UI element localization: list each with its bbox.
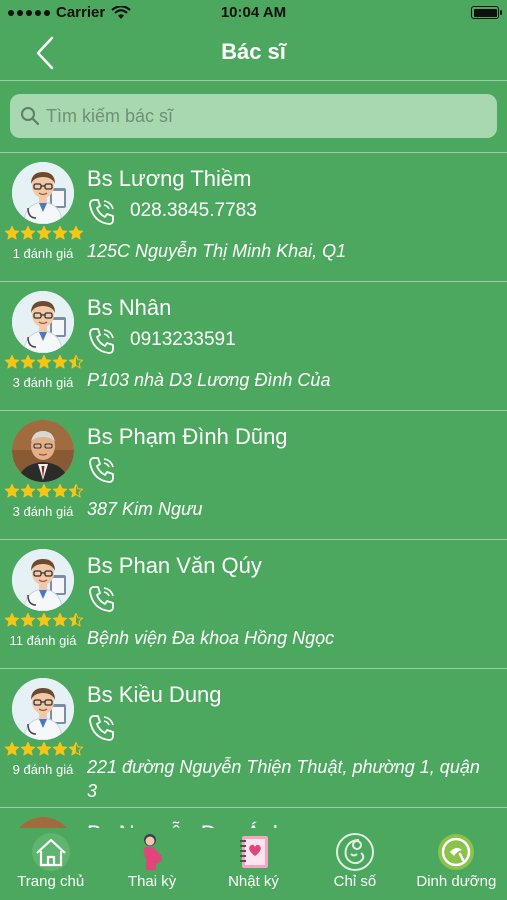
phone-number[interactable]: 028.3845.7783	[130, 200, 257, 222]
doctor-name: Bs Nguyễn Duy Ánh	[87, 821, 285, 828]
review-count: 11 đánh giá	[9, 633, 77, 648]
star-icon	[20, 354, 36, 369]
rating-stars	[4, 483, 84, 499]
doctor-address: 125C Nguyễn Thị Minh Khai, Q1	[87, 241, 347, 261]
star-icon	[52, 354, 68, 369]
doctor-avatar-icon	[12, 291, 74, 353]
doctor-list[interactable]: 1 đánh giá Bs Lương Thiềm 028.3845.7783 125…	[0, 153, 507, 828]
star-icon	[20, 225, 36, 240]
star-icon	[52, 612, 68, 627]
star-icon	[20, 612, 36, 627]
star-icon	[68, 354, 84, 369]
avatar	[12, 420, 74, 482]
tab-home[interactable]: Trang chủ	[0, 828, 101, 900]
tab-diary[interactable]: Nhật ký	[203, 828, 304, 900]
doctor-name: Bs Lương Thiềm	[87, 166, 252, 191]
battery-icon	[471, 6, 502, 19]
review-count: 3 đánh giá	[12, 375, 74, 390]
pregnancy-icon	[143, 834, 163, 870]
search-icon	[21, 107, 40, 126]
tab-indicators-label: Chỉ số	[333, 873, 377, 890]
phone-icon[interactable]	[87, 455, 117, 485]
star-icon	[36, 354, 52, 369]
star-icon	[36, 225, 52, 240]
status-time: 10:04 AM	[220, 4, 287, 21]
rating-stars	[4, 741, 84, 757]
doctor-row[interactable]: 1 đánh giá Bs Lương Thiềm 028.3845.7783 125…	[0, 153, 507, 282]
star-icon	[68, 483, 84, 498]
tab-nutrition[interactable]: Dinh dưỡng	[406, 828, 507, 900]
doctor-photo	[12, 420, 74, 482]
phone-icon[interactable]	[87, 326, 117, 356]
review-count: 3 đánh giá	[12, 504, 74, 519]
tab-bar: Trang chủ Thai kỳ Nhật ký Chỉ số Dinh dư…	[0, 828, 507, 900]
avatar	[12, 162, 74, 224]
status-bar: Carrier 10:04 AM	[0, 0, 507, 26]
doctor-row[interactable]: 11 đánh giá Bs Phan Văn Qúy Bệnh viện Đa k…	[0, 540, 507, 669]
star-icon	[4, 225, 20, 240]
rating-stars	[4, 354, 84, 370]
phone-number[interactable]: 0913233591	[130, 329, 236, 351]
star-icon	[20, 741, 36, 756]
tab-pregnancy[interactable]: Thai kỳ	[101, 828, 202, 900]
star-icon	[52, 741, 68, 756]
avatar	[12, 549, 74, 611]
phone-icon[interactable]	[87, 584, 117, 614]
doctor-photo	[12, 817, 74, 828]
rating-stars	[4, 612, 84, 628]
avatar	[12, 817, 74, 828]
star-icon	[36, 741, 52, 756]
doctor-avatar-icon	[12, 162, 74, 224]
avatar	[12, 291, 74, 353]
tab-home-label: Trang chủ	[17, 873, 85, 890]
tab-pregnancy-label: Thai kỳ	[127, 873, 177, 890]
star-icon	[68, 612, 84, 627]
doctor-avatar-icon	[12, 678, 74, 740]
home-icon	[31, 833, 70, 871]
star-icon	[4, 483, 20, 498]
search-bar[interactable]	[10, 94, 497, 138]
phone-icon[interactable]	[87, 197, 117, 227]
star-icon	[4, 612, 20, 627]
doctor-name: Bs Kiều Dung	[87, 682, 222, 707]
doctor-name: Bs Phạm Đình Dũng	[87, 424, 288, 449]
doctor-name: Bs Phan Văn Qúy	[87, 553, 262, 578]
star-icon	[68, 741, 84, 756]
star-icon	[52, 225, 68, 240]
review-count: 1 đánh giá	[12, 246, 74, 261]
doctor-name: Bs Nhân	[87, 295, 172, 320]
star-icon	[20, 483, 36, 498]
search-input[interactable]	[46, 105, 466, 127]
nav-bar: Bác sĩ	[0, 26, 507, 80]
star-icon	[4, 741, 20, 756]
doctor-row[interactable]: 3 đánh giá Bs Nhân 0913233591 P103 nhà D3 L…	[0, 282, 507, 411]
doctor-address: 387 Kim Ngưu	[87, 499, 203, 519]
avatar	[12, 678, 74, 740]
doctor-address: Bệnh viện Đa khoa Hồng Ngọc	[87, 628, 335, 648]
star-icon	[36, 483, 52, 498]
star-icon	[4, 354, 20, 369]
doctor-address: P103 nhà D3 Lương Đình Của	[87, 370, 331, 390]
doctor-row[interactable]: 9 đánh giá Bs Kiều Dung 221 đường Nguyễn T…	[0, 669, 507, 808]
rating-stars	[4, 225, 84, 241]
phone-icon[interactable]	[87, 713, 117, 743]
page-title: Bác sĩ	[221, 39, 286, 64]
doctor-address: 221 đường Nguyễn Thiện Thuật, phường 1, …	[87, 757, 480, 801]
doctor-row[interactable]: Bs Nguyễn Duy Ánh	[0, 808, 507, 828]
star-icon	[52, 483, 68, 498]
doctor-avatar-icon	[12, 549, 74, 611]
tab-diary-label: Nhật ký	[228, 873, 279, 890]
doctor-row[interactable]: 3 đánh giá Bs Phạm Đình Dũng 387 Kim Ngưu	[0, 411, 507, 540]
tab-indicators[interactable]: Chỉ số	[304, 828, 405, 900]
review-count: 9 đánh giá	[12, 762, 74, 777]
header-divider	[0, 80, 507, 81]
diary-icon	[239, 836, 268, 868]
tab-nutrition-label: Dinh dưỡng	[416, 873, 497, 890]
nutrition-icon	[438, 834, 475, 870]
star-icon	[36, 612, 52, 627]
fetus-icon	[335, 833, 374, 871]
star-icon	[68, 225, 84, 240]
